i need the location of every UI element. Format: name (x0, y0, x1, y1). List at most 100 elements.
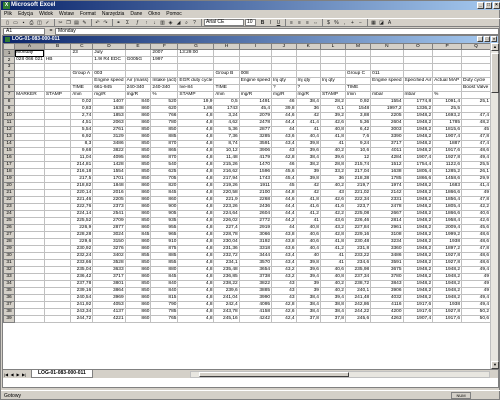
cell[interactable] (43, 216, 72, 225)
cell[interactable]: 1548 (344, 104, 372, 113)
cell[interactable]: 2761 (92, 125, 126, 134)
cell[interactable] (14, 76, 45, 85)
cell[interactable]: 1974 (370, 181, 404, 190)
cell[interactable] (14, 300, 45, 309)
cell[interactable]: 3675 (370, 265, 404, 274)
cell[interactable]: 230,92 (70, 244, 94, 253)
hyperlink-icon[interactable]: ⚭ (115, 19, 122, 26)
cell[interactable]: 4,8 (177, 167, 215, 176)
row-header[interactable]: 35 (3, 286, 16, 295)
cell[interactable]: 42,6 (319, 118, 346, 127)
cell[interactable]: 13:29:00 (177, 49, 215, 57)
cell[interactable]: Engine speed (238, 76, 273, 85)
cell[interactable] (43, 139, 72, 148)
cell[interactable]: 43,2 (319, 223, 346, 232)
cell[interactable]: 4,8 (177, 146, 215, 155)
cell[interactable]: 2009,4 (432, 223, 463, 232)
cell[interactable]: 4,62 (213, 118, 240, 127)
cell[interactable]: EGR duty cycle (177, 76, 215, 85)
scroll-up-icon[interactable]: ▲ (491, 43, 499, 51)
cell[interactable]: 232,24 (70, 251, 94, 260)
cell[interactable] (14, 174, 45, 183)
cell[interactable]: 235,48 (213, 265, 240, 274)
cell[interactable]: 41,4 (461, 181, 491, 190)
cell[interactable] (461, 90, 491, 99)
cell[interactable]: 230,04 (213, 237, 240, 246)
cell[interactable] (14, 251, 45, 260)
menu-data[interactable]: Dane (130, 11, 142, 17)
cell[interactable] (14, 167, 45, 176)
cell[interactable]: 240,1 (344, 286, 372, 295)
row-header[interactable]: 9 (3, 104, 16, 113)
row-header[interactable]: 16 (3, 153, 16, 162)
cell[interactable]: 4263 (370, 314, 404, 323)
cell[interactable]: 2373 (92, 202, 126, 211)
vertical-scroll-thumb[interactable] (491, 53, 499, 93)
cell[interactable]: 540 (150, 160, 179, 169)
cell[interactable]: 4,8 (177, 251, 215, 260)
cell[interactable]: 4,8 (177, 237, 215, 246)
cell[interactable] (319, 69, 346, 78)
cell[interactable]: 33,2 (319, 167, 346, 176)
cell[interactable]: 238,72 (344, 279, 372, 288)
cell[interactable]: 1999,2 (432, 230, 463, 239)
cell[interactable] (43, 76, 72, 85)
cell[interactable]: 766 (150, 111, 179, 120)
merge-center-icon[interactable]: ⇔ (312, 19, 319, 26)
cell[interactable]: 860 (124, 195, 152, 204)
cell[interactable] (43, 104, 72, 113)
cell[interactable] (124, 49, 152, 57)
cell[interactable] (43, 181, 72, 190)
cell[interactable]: 1948,2 (402, 286, 434, 295)
cell[interactable] (14, 223, 45, 232)
cell[interactable]: 241,48 (344, 293, 372, 302)
cell[interactable]: 234,1 (213, 258, 240, 267)
cell[interactable]: 38,2 (295, 160, 321, 169)
cell[interactable]: 4116 (370, 300, 404, 309)
cell[interactable]: 26,1 (461, 167, 491, 176)
row-header[interactable]: 21 (3, 188, 16, 197)
cell[interactable]: 11,48 (213, 153, 240, 162)
cell[interactable]: 4,8 (177, 230, 215, 239)
cell[interactable]: 9,68 (70, 146, 94, 155)
cell[interactable]: 765 (150, 314, 179, 323)
percent-icon[interactable]: % (333, 19, 340, 26)
cell[interactable] (43, 258, 72, 267)
font-size-select[interactable]: 10 (245, 19, 256, 26)
cell[interactable]: 2478 (238, 118, 273, 127)
cell[interactable]: 1917,6 (402, 300, 434, 309)
cell[interactable]: 229,16 (344, 230, 372, 239)
cell[interactable] (402, 69, 434, 78)
row-header[interactable]: 31 (3, 258, 16, 267)
cell[interactable]: 242,4 (213, 300, 240, 309)
cell[interactable]: 219,7 (344, 181, 372, 190)
cell[interactable]: 855 (150, 258, 179, 267)
cell[interactable]: mbar (370, 90, 404, 99)
cell[interactable]: 2877 (238, 125, 273, 134)
cell[interactable]: 41,2 (295, 209, 321, 218)
cell[interactable]: 1907,4 (402, 153, 434, 162)
zoom-icon[interactable]: ⌕ (183, 19, 190, 26)
cell[interactable]: 40,8 (295, 223, 321, 232)
function-icon[interactable]: ƒ (133, 19, 142, 26)
cell[interactable]: 1917,6 (432, 314, 463, 323)
cell[interactable]: 1743 (213, 104, 240, 113)
cell[interactable]: 43,8 (271, 230, 297, 239)
menu-format[interactable]: Format (80, 11, 96, 17)
cell[interactable]: 1948,2 (402, 195, 434, 204)
cell[interactable]: 216,62 (213, 167, 240, 176)
cell[interactable]: 4,8 (177, 111, 215, 120)
cell[interactable]: 4137 (92, 307, 126, 316)
cell[interactable]: 49 (461, 272, 491, 281)
cell[interactable]: 42,4 (271, 314, 297, 323)
cell[interactable]: 3,24 (213, 111, 240, 120)
cell[interactable]: 3285 (238, 132, 273, 141)
cell[interactable]: 0,1 (319, 104, 346, 113)
cell[interactable]: 4,8 (177, 265, 215, 274)
row-header[interactable]: 25 (3, 216, 16, 225)
cell[interactable]: 4,8 (177, 258, 215, 267)
cell[interactable]: 2205 (92, 195, 126, 204)
preview-icon[interactable]: ◫ (36, 19, 43, 26)
cell[interactable] (92, 63, 126, 71)
cell[interactable] (238, 83, 273, 92)
